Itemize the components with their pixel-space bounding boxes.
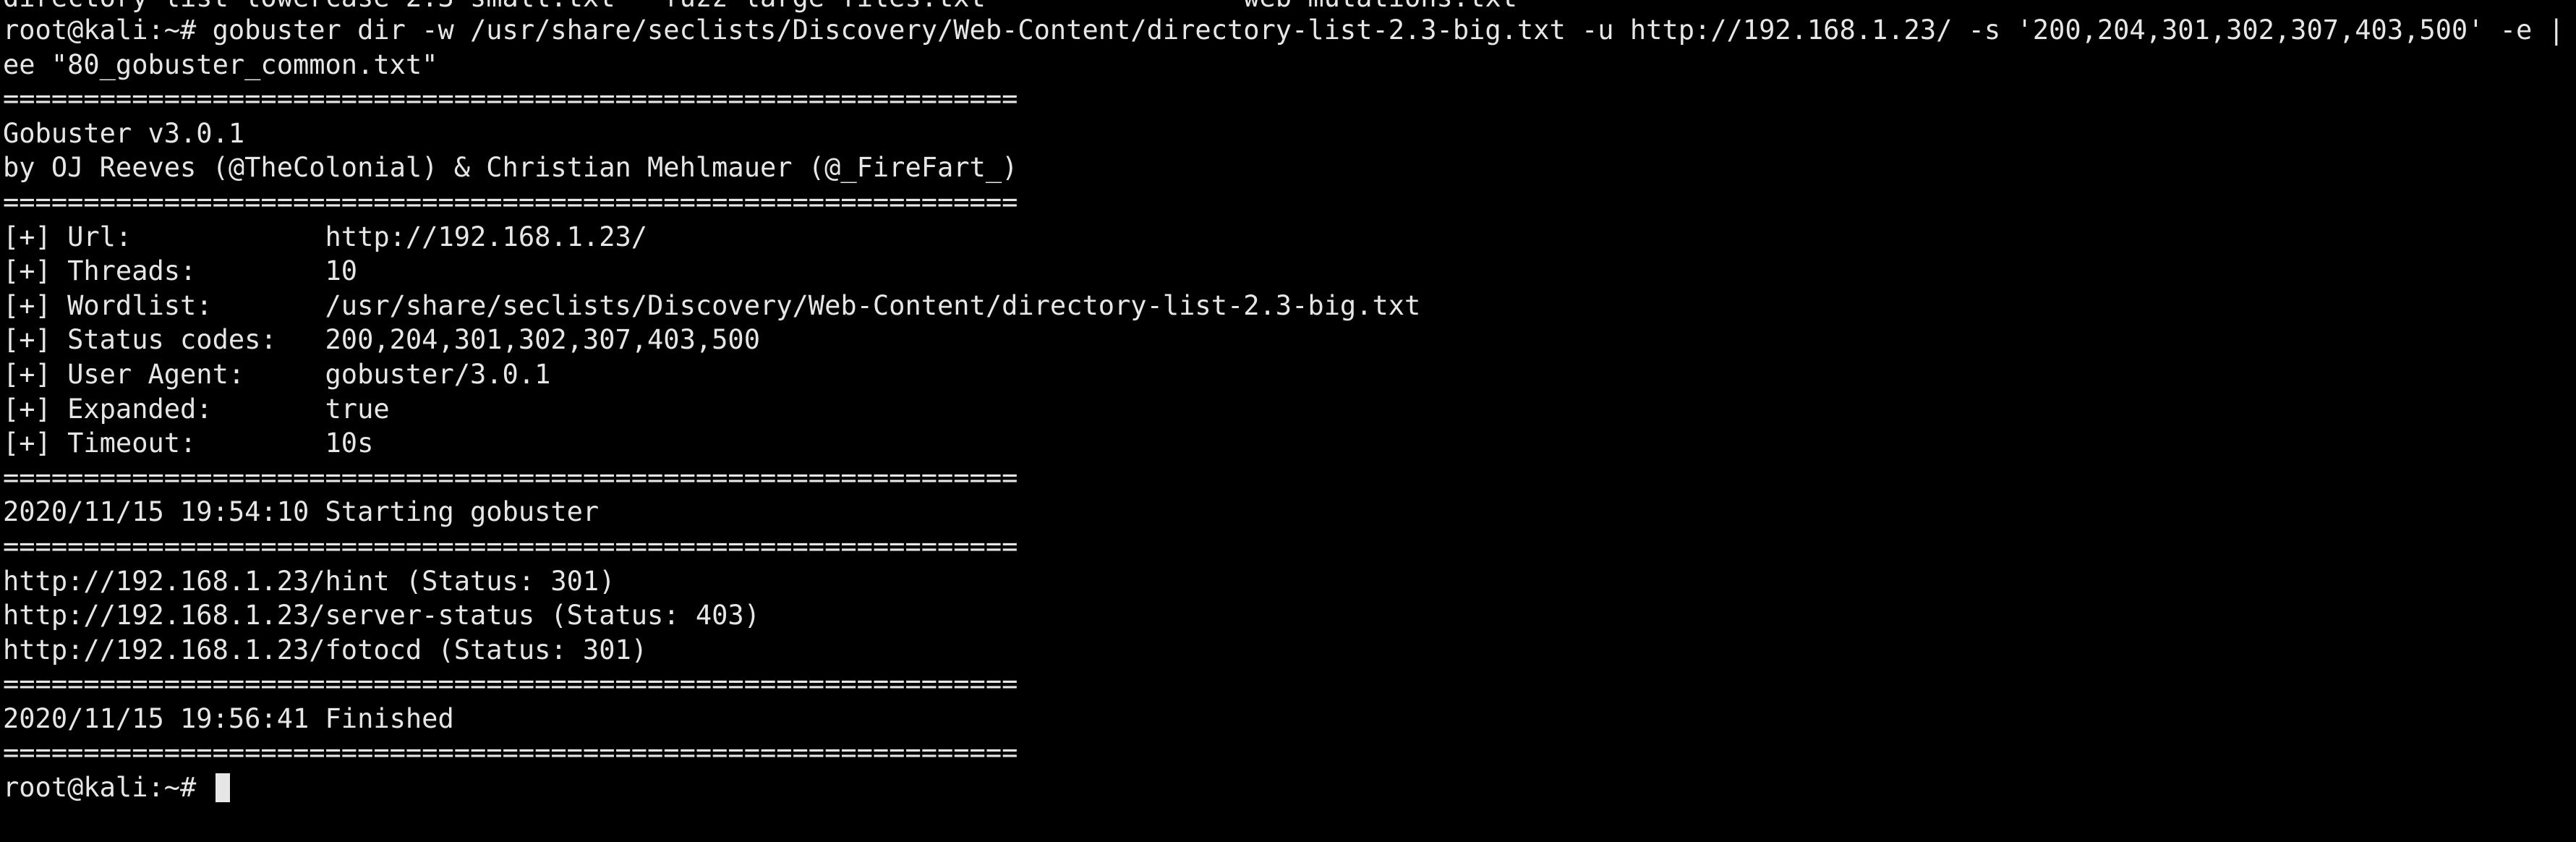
config-timeout: [+] Timeout: 10s bbox=[3, 428, 374, 459]
config-expanded: [+] Expanded: true bbox=[3, 393, 390, 425]
separator-line: ========================================… bbox=[3, 737, 1018, 769]
command-line-wrap: ee "80_gobuster_common.txt" bbox=[3, 48, 438, 80]
banner-authors: by OJ Reeves (@TheColonial) & Christian … bbox=[3, 152, 1018, 184]
terminal-window[interactable]: directory-list-lowercase-2.3-small.txt f… bbox=[0, 0, 2576, 842]
separator-line: ========================================… bbox=[3, 668, 1018, 700]
finish-message: 2020/11/15 19:56:41 Finished bbox=[3, 702, 454, 734]
shell-prompt: root@kali:~# bbox=[3, 772, 213, 804]
banner-name: Gobuster v3.0.1 bbox=[3, 117, 245, 149]
input-prompt-line[interactable]: root@kali:~# bbox=[3, 770, 2572, 805]
result-line: http://192.168.1.23/hint (Status: 301) bbox=[3, 565, 615, 597]
separator-line: ========================================… bbox=[3, 186, 1018, 218]
config-url: [+] Url: http://192.168.1.23/ bbox=[3, 221, 648, 252]
separator-line: ========================================… bbox=[3, 83, 1018, 115]
config-user-agent: [+] User Agent: gobuster/3.0.1 bbox=[3, 358, 551, 390]
start-message: 2020/11/15 19:54:10 Starting gobuster bbox=[3, 496, 600, 528]
result-line: http://192.168.1.23/fotocd (Status: 301) bbox=[3, 634, 648, 665]
separator-line: ========================================… bbox=[3, 530, 1018, 562]
terminal-output: root@kali:~# gobuster dir -w /usr/share/… bbox=[3, 13, 2572, 805]
command-line: root@kali:~# gobuster dir -w /usr/share/… bbox=[3, 14, 2572, 46]
text-cursor bbox=[215, 773, 230, 802]
separator-line: ========================================… bbox=[3, 462, 1018, 493]
result-line: http://192.168.1.23/server-status (Statu… bbox=[3, 600, 760, 632]
config-threads: [+] Threads: 10 bbox=[3, 255, 358, 287]
config-wordlist: [+] Wordlist: /usr/share/seclists/Discov… bbox=[3, 289, 1421, 321]
config-status-codes: [+] Status codes: 200,204,301,302,307,40… bbox=[3, 324, 760, 356]
